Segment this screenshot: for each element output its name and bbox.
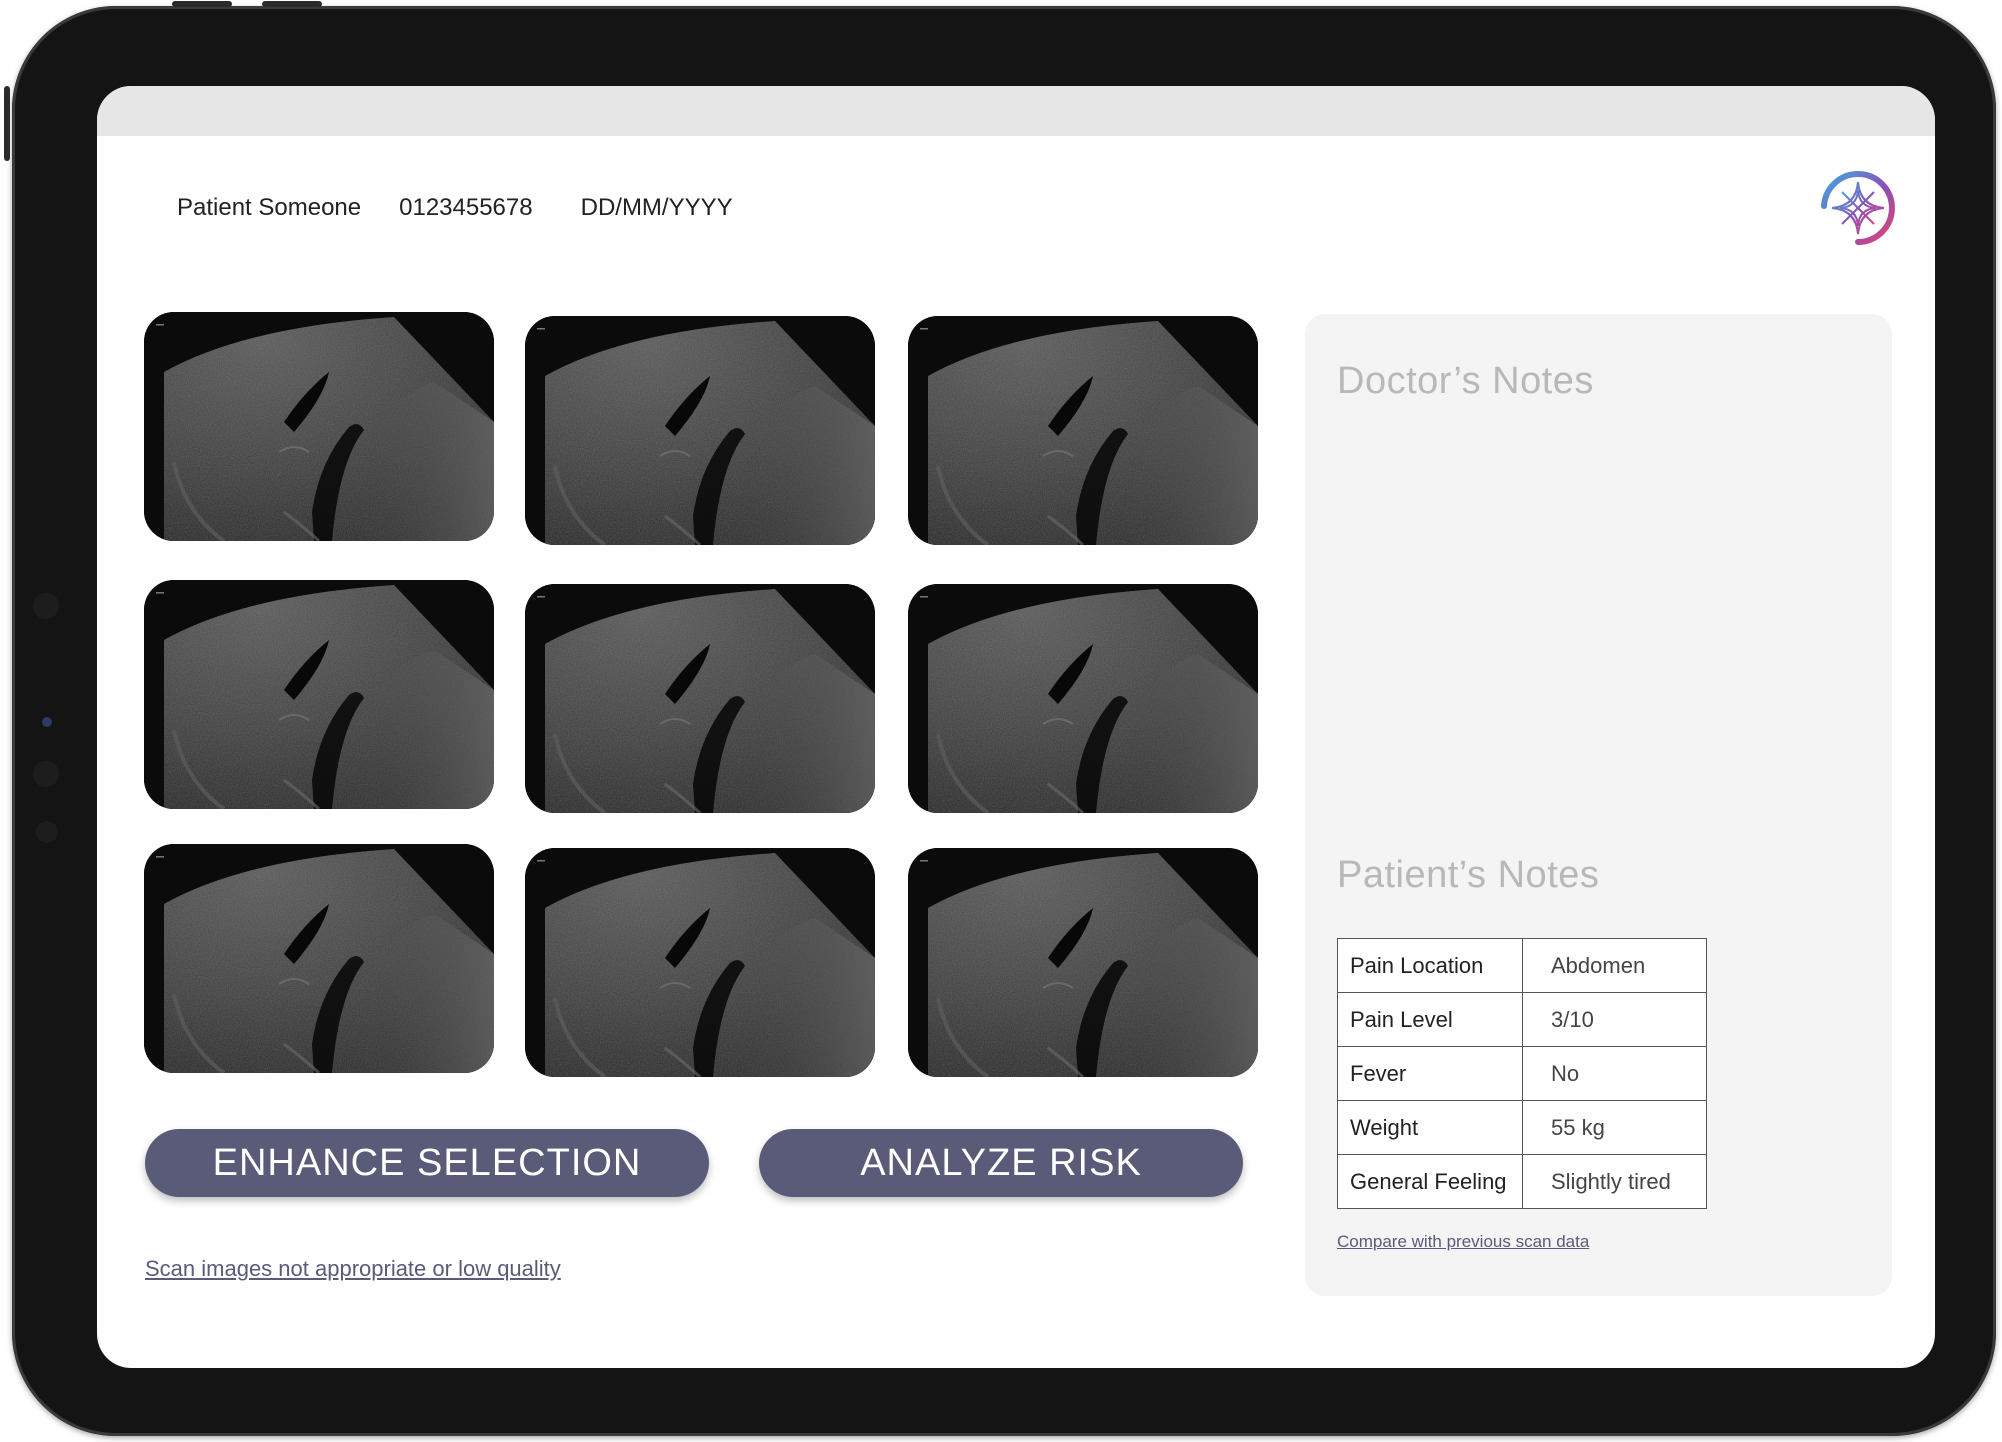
scan-thumbnail[interactable] bbox=[144, 844, 494, 1073]
notes-key: Weight bbox=[1337, 1100, 1523, 1155]
table-row: Weight 55 kg bbox=[1337, 1100, 1707, 1155]
patient-id: 0123455678 bbox=[399, 194, 533, 221]
app-logo-icon bbox=[1810, 160, 1906, 256]
camera-icon bbox=[42, 717, 52, 727]
notes-panel: Doctor’s Notes Patient’s Notes Pain Loca… bbox=[1305, 314, 1892, 1296]
table-row: Pain Level 3/10 bbox=[1337, 992, 1707, 1047]
notes-value: 3/10 bbox=[1522, 992, 1707, 1047]
notes-value: Abdomen bbox=[1522, 938, 1707, 993]
side-button bbox=[4, 86, 10, 161]
scan-thumbnail[interactable] bbox=[525, 848, 875, 1077]
table-row: Pain Location Abdomen bbox=[1337, 938, 1707, 993]
notes-key: Fever bbox=[1337, 1046, 1523, 1101]
scan-thumbnail[interactable] bbox=[144, 580, 494, 809]
sensor-dot bbox=[36, 821, 58, 843]
patient-name: Patient Someone bbox=[177, 194, 362, 221]
analyze-risk-button[interactable]: ANALYZE RISK bbox=[759, 1129, 1243, 1197]
notes-value: 55 kg bbox=[1522, 1100, 1707, 1155]
tablet-bezel: Patient Someone 0123455678 DD/MM/YYYY EN… bbox=[4, 1, 1996, 1436]
scan-thumbnail[interactable] bbox=[144, 312, 494, 541]
notes-value: Slightly tired bbox=[1522, 1154, 1707, 1209]
doctor-notes-title: Doctor’s Notes bbox=[1337, 360, 1594, 402]
table-row: Fever No bbox=[1337, 1046, 1707, 1101]
top-button bbox=[172, 1, 232, 7]
top-button bbox=[262, 1, 322, 7]
notes-key: Pain Location bbox=[1337, 938, 1523, 993]
enhance-selection-button[interactable]: ENHANCE SELECTION bbox=[145, 1129, 709, 1197]
notes-key: Pain Level bbox=[1337, 992, 1523, 1047]
sensor-dot bbox=[33, 593, 59, 619]
status-bar bbox=[97, 86, 1935, 136]
scan-thumbnail[interactable] bbox=[525, 316, 875, 545]
report-bad-scan-link[interactable]: Scan images not appropriate or low quali… bbox=[145, 1256, 561, 1282]
patient-notes-title: Patient’s Notes bbox=[1337, 854, 1600, 896]
scan-thumbnail[interactable] bbox=[908, 584, 1258, 813]
scan-thumbnail[interactable] bbox=[908, 316, 1258, 545]
compare-previous-scan-link[interactable]: Compare with previous scan data bbox=[1337, 1232, 1589, 1252]
sensor-dot bbox=[33, 761, 59, 787]
patient-date: DD/MM/YYYY bbox=[580, 194, 733, 221]
scan-thumbnail[interactable] bbox=[908, 848, 1258, 1077]
notes-value: No bbox=[1522, 1046, 1707, 1101]
app-screen: Patient Someone 0123455678 DD/MM/YYYY EN… bbox=[97, 86, 1935, 1368]
patient-info: Patient Someone 0123455678 DD/MM/YYYY bbox=[177, 194, 771, 222]
table-row: General Feeling Slightly tired bbox=[1337, 1154, 1707, 1209]
patient-notes-table: Pain Location Abdomen Pain Level 3/10 Fe… bbox=[1337, 938, 1707, 1209]
scan-thumbnail[interactable] bbox=[525, 584, 875, 813]
notes-key: General Feeling bbox=[1337, 1154, 1523, 1209]
